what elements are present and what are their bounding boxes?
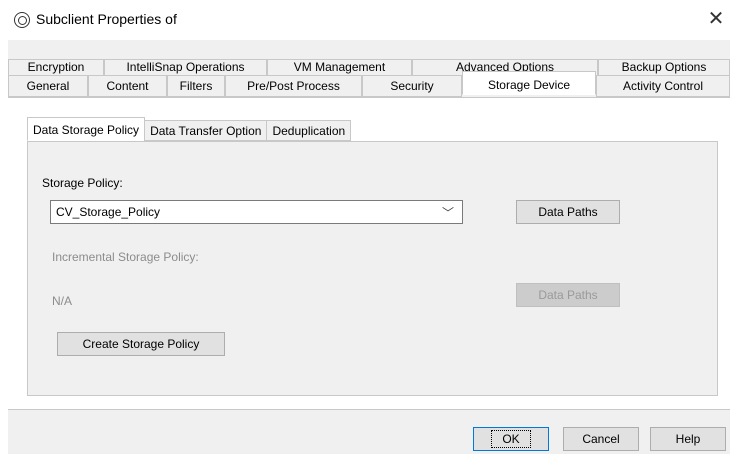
title-bar: Subclient Properties of ✕: [0, 0, 730, 40]
storage-policy-value: CV_Storage_Policy: [56, 205, 161, 219]
storage-policy-select[interactable]: CV_Storage_Policy ﹀: [50, 200, 463, 224]
window-title: Subclient Properties of: [36, 11, 177, 27]
dialog-footer: OK Cancel Help: [8, 410, 730, 454]
subtab-deduplication[interactable]: Deduplication: [266, 120, 352, 141]
incremental-storage-policy-value: N/A: [52, 294, 73, 308]
tab-security[interactable]: Security: [362, 75, 462, 97]
tab-activity-control[interactable]: Activity Control: [596, 75, 730, 97]
tab-encryption[interactable]: Encryption: [8, 59, 104, 75]
incremental-storage-policy-label: Incremental Storage Policy:: [52, 250, 199, 264]
tab-general[interactable]: General: [8, 75, 88, 97]
incremental-data-paths-button: Data Paths: [516, 283, 620, 307]
ok-button[interactable]: OK: [473, 427, 549, 451]
close-icon[interactable]: ✕: [706, 8, 726, 30]
subtab-data-storage-policy[interactable]: Data Storage Policy: [27, 117, 146, 141]
storage-device-panel: Data Storage Policy Data Transfer Option…: [8, 97, 730, 410]
tab-storage-device[interactable]: Storage Device: [462, 71, 596, 95]
tab-row-bottom: General Content Filters Pre/Post Process…: [8, 71, 730, 97]
tab-backup-options[interactable]: Backup Options: [598, 59, 730, 75]
create-storage-policy-button[interactable]: Create Storage Policy: [57, 332, 225, 356]
tab-filters[interactable]: Filters: [167, 75, 225, 97]
tab-row-top: Encryption IntelliSnap Operations VM Man…: [8, 59, 730, 75]
storage-policy-label: Storage Policy:: [42, 176, 123, 190]
tab-vm-management[interactable]: VM Management: [267, 59, 412, 75]
tab-pre-post-process[interactable]: Pre/Post Process: [225, 75, 362, 97]
tab-content[interactable]: Content: [88, 75, 167, 97]
subtab-data-transfer-option[interactable]: Data Transfer Option: [144, 120, 268, 141]
ok-button-label: OK: [491, 430, 531, 448]
data-paths-button[interactable]: Data Paths: [516, 200, 620, 224]
cancel-button[interactable]: Cancel: [563, 427, 639, 451]
subtab-strip: Data Storage Policy Data Transfer Option…: [27, 117, 352, 141]
dialog-body: Encryption IntelliSnap Operations VM Man…: [8, 40, 730, 454]
tab-intellisnap-operations[interactable]: IntelliSnap Operations: [104, 59, 267, 75]
subclient-icon: [14, 12, 30, 28]
help-button[interactable]: Help: [650, 427, 726, 451]
chevron-down-icon[interactable]: ﹀: [442, 204, 454, 221]
data-storage-policy-panel: Storage Policy: CV_Storage_Policy ﹀ Data…: [27, 141, 718, 396]
